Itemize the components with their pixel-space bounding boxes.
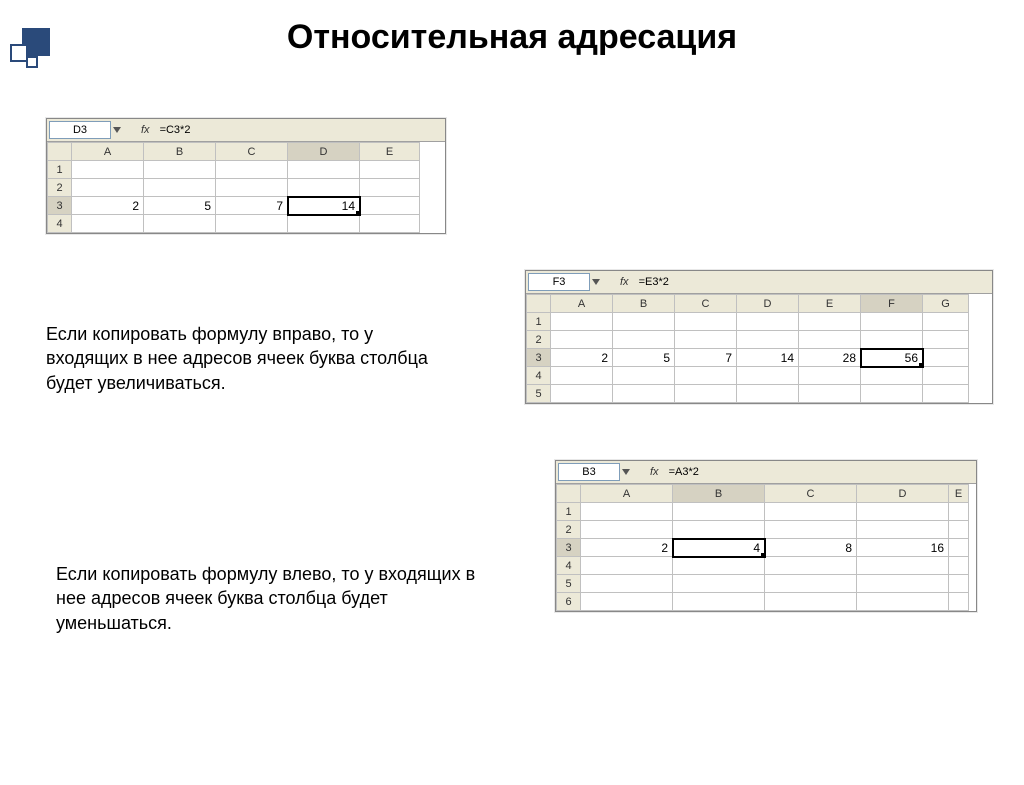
- fx-icon[interactable]: fx: [604, 276, 635, 288]
- cell[interactable]: 2: [72, 197, 144, 215]
- grid[interactable]: A B C D E 1 2 3 2 5 7 14 4: [47, 142, 420, 233]
- col-header[interactable]: B: [673, 485, 765, 503]
- cell-selected[interactable]: 4: [673, 539, 765, 557]
- cell[interactable]: 28: [799, 349, 861, 367]
- cell[interactable]: [949, 539, 969, 557]
- col-header[interactable]: A: [72, 143, 144, 161]
- select-all-corner[interactable]: [48, 143, 72, 161]
- row-header[interactable]: 2: [527, 331, 551, 349]
- cell[interactable]: [360, 197, 420, 215]
- select-all-corner[interactable]: [527, 295, 551, 313]
- row-header[interactable]: 3: [557, 539, 581, 557]
- row-header[interactable]: 1: [527, 313, 551, 331]
- col-header[interactable]: A: [551, 295, 613, 313]
- dropdown-icon[interactable]: [592, 279, 600, 285]
- row-header[interactable]: 1: [48, 161, 72, 179]
- col-header[interactable]: C: [765, 485, 857, 503]
- cell[interactable]: 2: [551, 349, 613, 367]
- select-all-corner[interactable]: [557, 485, 581, 503]
- name-box[interactable]: D3: [49, 121, 111, 139]
- grid[interactable]: A B C D E F G 1 2 3 2 5 7 14 28 56 4 5: [526, 294, 969, 403]
- col-header[interactable]: D: [737, 295, 799, 313]
- cell-selected[interactable]: 56: [861, 349, 923, 367]
- cell[interactable]: 5: [144, 197, 216, 215]
- paragraph-right-copy: Если копировать формулу вправо, то у вхо…: [46, 322, 446, 395]
- formula-text[interactable]: =A3*2: [669, 466, 699, 478]
- dropdown-icon[interactable]: [622, 469, 630, 475]
- row-header[interactable]: 4: [557, 557, 581, 575]
- formula-bar: F3 fx =E3*2: [526, 271, 992, 294]
- fx-icon[interactable]: fx: [125, 124, 156, 136]
- row-header[interactable]: 3: [48, 197, 72, 215]
- dropdown-icon[interactable]: [113, 127, 121, 133]
- cell-selected[interactable]: 14: [288, 197, 360, 215]
- formula-text[interactable]: =E3*2: [639, 276, 669, 288]
- col-header[interactable]: E: [360, 143, 420, 161]
- row-header[interactable]: 3: [527, 349, 551, 367]
- formula-bar: D3 fx =C3*2: [47, 119, 445, 142]
- row-header[interactable]: 2: [557, 521, 581, 539]
- spreadsheet-3: B3 fx =A3*2 A B C D E 1 2 3 2 4 8 16: [555, 460, 977, 612]
- cell[interactable]: 16: [857, 539, 949, 557]
- row-header[interactable]: 6: [557, 593, 581, 611]
- col-header[interactable]: A: [581, 485, 673, 503]
- name-box[interactable]: F3: [528, 273, 590, 291]
- row-header[interactable]: 5: [527, 385, 551, 403]
- col-header[interactable]: B: [144, 143, 216, 161]
- row-header[interactable]: 2: [48, 179, 72, 197]
- col-header[interactable]: E: [949, 485, 969, 503]
- col-header[interactable]: C: [216, 143, 288, 161]
- cell[interactable]: 14: [737, 349, 799, 367]
- formula-bar: B3 fx =A3*2: [556, 461, 976, 484]
- cell[interactable]: 2: [581, 539, 673, 557]
- col-header[interactable]: E: [799, 295, 861, 313]
- col-header[interactable]: F: [861, 295, 923, 313]
- cell[interactable]: 8: [765, 539, 857, 557]
- formula-text[interactable]: =C3*2: [160, 124, 191, 136]
- paragraph-left-copy: Если копировать формулу влево, то у вход…: [56, 562, 486, 635]
- cell[interactable]: 7: [216, 197, 288, 215]
- row-header[interactable]: 5: [557, 575, 581, 593]
- slide-title: Относительная адресация: [0, 18, 1024, 57]
- grid[interactable]: A B C D E 1 2 3 2 4 8 16 4 5 6: [556, 484, 969, 611]
- row-header[interactable]: 1: [557, 503, 581, 521]
- col-header[interactable]: D: [288, 143, 360, 161]
- spreadsheet-1: D3 fx =C3*2 A B C D E 1 2 3 2 5 7 14: [46, 118, 446, 234]
- cell[interactable]: 5: [613, 349, 675, 367]
- col-header[interactable]: B: [613, 295, 675, 313]
- name-box[interactable]: B3: [558, 463, 620, 481]
- spreadsheet-2: F3 fx =E3*2 A B C D E F G 1 2 3 2 5 7 14: [525, 270, 993, 404]
- row-header[interactable]: 4: [48, 215, 72, 233]
- slide-corner-decoration: [8, 26, 44, 62]
- cell[interactable]: 7: [675, 349, 737, 367]
- cell[interactable]: [923, 349, 969, 367]
- row-header[interactable]: 4: [527, 367, 551, 385]
- col-header[interactable]: D: [857, 485, 949, 503]
- col-header[interactable]: G: [923, 295, 969, 313]
- fx-icon[interactable]: fx: [634, 466, 665, 478]
- col-header[interactable]: C: [675, 295, 737, 313]
